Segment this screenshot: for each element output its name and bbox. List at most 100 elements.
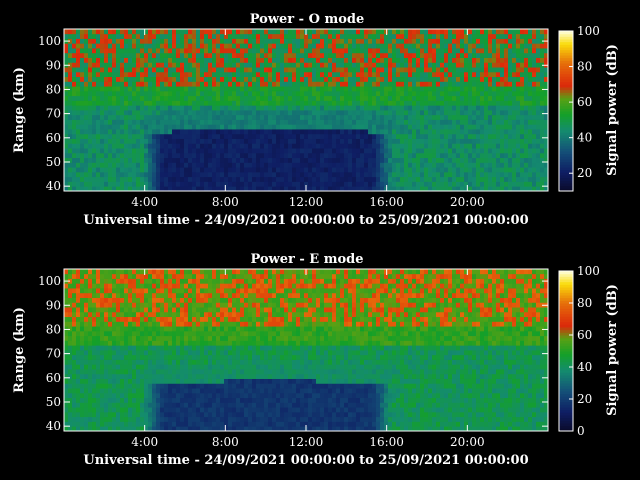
heatmap-cell xyxy=(72,311,77,318)
heatmap-cell xyxy=(520,181,525,187)
heatmap-cell xyxy=(220,52,225,58)
heatmap-cell xyxy=(128,378,133,384)
heatmap-cell xyxy=(468,33,473,39)
heatmap-cell xyxy=(532,157,537,163)
heatmap-cell xyxy=(388,62,393,68)
heatmap-cell xyxy=(84,316,89,322)
heatmap-cell xyxy=(164,176,169,182)
heatmap-cell xyxy=(368,133,373,139)
heatmap-cell xyxy=(124,181,129,187)
heatmap-cell xyxy=(212,152,217,159)
heatmap-cell xyxy=(380,157,385,163)
heatmap-cell xyxy=(288,148,293,154)
heatmap-cell xyxy=(196,148,201,154)
heatmap-cell xyxy=(144,133,149,139)
heatmap-cell xyxy=(372,38,377,44)
heatmap-cell xyxy=(92,411,97,418)
heatmap-cell xyxy=(160,129,165,135)
heatmap-cell xyxy=(516,124,521,130)
heatmap-cell xyxy=(120,43,125,49)
heatmap-cell xyxy=(224,38,229,44)
heatmap-cell xyxy=(92,345,97,351)
heatmap-cell xyxy=(140,110,145,116)
heatmap-cell xyxy=(92,321,97,327)
heatmap-cell xyxy=(168,129,173,135)
heatmap-cell xyxy=(360,148,365,154)
heatmap-cell xyxy=(104,100,109,106)
heatmap-cell xyxy=(128,411,133,418)
heatmap-cell xyxy=(140,143,145,149)
heatmap-cell xyxy=(140,33,145,39)
heatmap-cell xyxy=(140,335,145,341)
heatmap-cell xyxy=(536,171,541,178)
heatmap-cell xyxy=(236,71,241,78)
heatmap-cell xyxy=(148,407,153,413)
heatmap-cell xyxy=(140,48,145,54)
heatmap-cell xyxy=(476,148,481,154)
heatmap-cell xyxy=(476,110,481,116)
heatmap-cell xyxy=(244,62,249,68)
heatmap-cell xyxy=(244,167,249,173)
heatmap-cell xyxy=(80,171,85,178)
heatmap-cell xyxy=(340,43,345,49)
heatmap-cell xyxy=(372,176,377,182)
heatmap-cell xyxy=(120,152,125,159)
heatmap-cell xyxy=(212,67,217,73)
heatmap-cell xyxy=(420,38,425,44)
heatmap-cell xyxy=(444,95,449,101)
heatmap-cell xyxy=(300,181,305,187)
heatmap-cell xyxy=(104,171,109,178)
heatmap-cell xyxy=(80,110,85,116)
heatmap-cell xyxy=(320,148,325,154)
heatmap-cell xyxy=(428,162,433,168)
heatmap-cell xyxy=(180,48,185,54)
heatmap-cell xyxy=(360,124,365,130)
heatmap-cell xyxy=(440,38,445,44)
heatmap-cell xyxy=(164,129,169,135)
heatmap-cell xyxy=(108,388,113,394)
heatmap-cell xyxy=(536,176,541,182)
heatmap-cell xyxy=(72,76,77,82)
heatmap-cell xyxy=(252,81,257,87)
heatmap-cell xyxy=(488,162,493,168)
heatmap-cell xyxy=(236,152,241,159)
heatmap-cell xyxy=(80,283,85,289)
heatmap-cell xyxy=(480,167,485,173)
heatmap-cell xyxy=(464,52,469,58)
heatmap-cell xyxy=(476,57,481,63)
heatmap-cell xyxy=(352,162,357,168)
heatmap-cell xyxy=(96,71,101,78)
heatmap-cell xyxy=(128,152,133,159)
heatmap-cell xyxy=(484,162,489,168)
heatmap-cell xyxy=(436,133,441,139)
heatmap-cell xyxy=(64,269,69,275)
heatmap-cell xyxy=(268,105,273,111)
heatmap-cell xyxy=(212,57,217,63)
heatmap-cell xyxy=(412,29,417,35)
heatmap-cell xyxy=(84,90,89,97)
heatmap-cell xyxy=(508,176,513,182)
heatmap-cell xyxy=(404,167,409,173)
heatmap-cell xyxy=(352,95,357,101)
heatmap-cell xyxy=(344,67,349,73)
heatmap-cell xyxy=(536,143,541,149)
heatmap-cell xyxy=(116,86,121,92)
heatmap-cell xyxy=(324,86,329,92)
heatmap-cell xyxy=(272,176,277,182)
heatmap-cell xyxy=(428,29,433,35)
heatmap-cell xyxy=(468,100,473,106)
heatmap-cell xyxy=(368,71,373,78)
heatmap-cell xyxy=(68,110,73,116)
heatmap-cell xyxy=(376,148,381,154)
heatmap-cell xyxy=(200,43,205,49)
heatmap-cell xyxy=(392,38,397,44)
heatmap-cell xyxy=(416,76,421,82)
heatmap-cell xyxy=(204,110,209,116)
heatmap-cell xyxy=(316,81,321,87)
heatmap-cell xyxy=(360,29,365,35)
heatmap-cell xyxy=(248,38,253,44)
heatmap-cell xyxy=(204,67,209,73)
heatmap-cell xyxy=(452,81,457,87)
heatmap-cell xyxy=(80,378,85,384)
heatmap-cell xyxy=(524,181,529,187)
